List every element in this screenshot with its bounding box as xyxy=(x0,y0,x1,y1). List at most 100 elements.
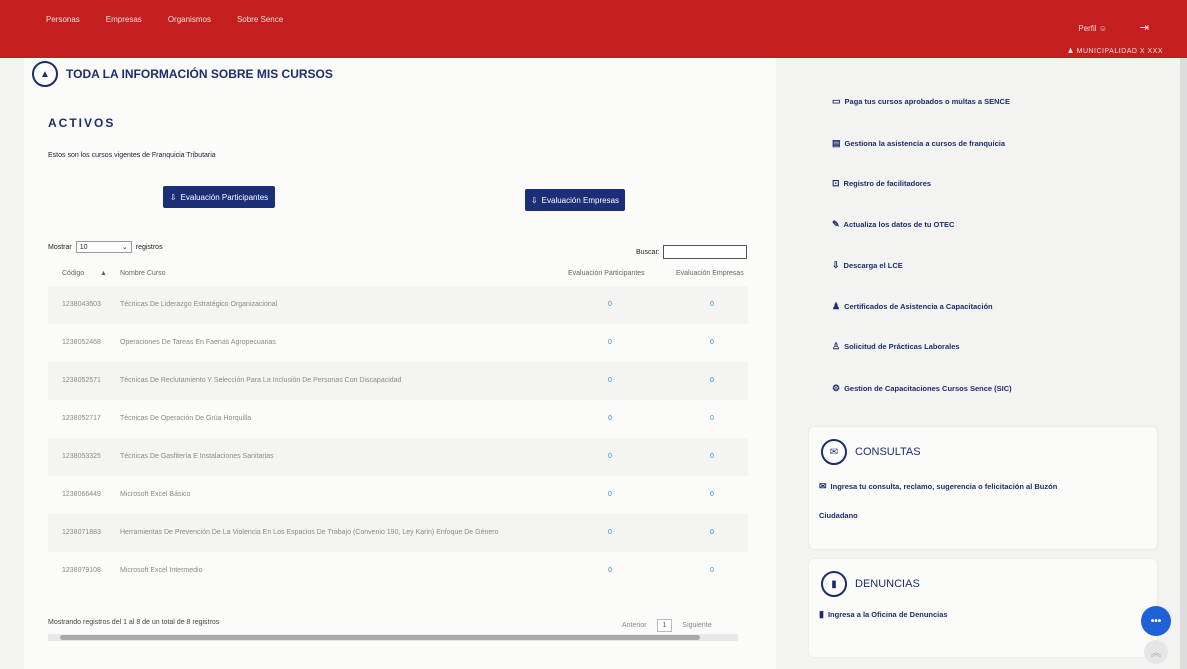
edit-icon: ✎ xyxy=(832,219,840,229)
cell-nombre: Microsoft Excel Básico xyxy=(120,491,191,498)
search-control: Buscar: xyxy=(636,245,747,259)
cell-eval-empresas[interactable]: 0 xyxy=(710,453,714,460)
cell-codigo: 1238052717 xyxy=(62,415,101,422)
cell-codigo: 1238052571 xyxy=(62,377,101,384)
link-paga-cursos[interactable]: ▭ Paga tus cursos aprobados o multas a S… xyxy=(832,96,1010,107)
cell-eval-participantes[interactable]: 0 xyxy=(608,453,612,460)
envelope-icon: ✉ xyxy=(819,481,827,491)
nav-sobre-sence[interactable]: Sobre Sence xyxy=(237,15,283,24)
internship-icon: ♙ xyxy=(832,341,841,351)
scrollbar-thumb[interactable] xyxy=(60,635,700,640)
link-gestiona-asistencia[interactable]: ▤ Gestiona la asistencia a cursos de fra… xyxy=(832,138,1005,149)
management-icon: ⚙ xyxy=(832,383,841,393)
length-value: 10 xyxy=(79,243,88,251)
link-practicas-laborales[interactable]: ♙ Solicitud de Prácticas Laborales xyxy=(832,341,960,352)
link-label: Ingresa a la Oficina de Denuncias xyxy=(827,610,948,619)
consultas-title: CONSULTAS xyxy=(855,446,921,458)
cell-nombre: Operaciones De Tareas En Faenas Agropecu… xyxy=(120,339,276,346)
logout-icon[interactable]: ⇥ xyxy=(1140,21,1149,34)
next-page-button[interactable]: Siguiente xyxy=(682,622,711,629)
cell-eval-empresas[interactable]: 0 xyxy=(710,377,714,384)
link-gestion-capacitaciones[interactable]: ⚙ Gestion de Capacitaciones Cursos Sence… xyxy=(832,383,1012,394)
user-name-label: MUNICIPALIDAD X XXX xyxy=(1076,48,1163,55)
previous-page-button[interactable]: Anterior xyxy=(622,622,647,629)
side-panel: ▭ Paga tus cursos aprobados o multas a S… xyxy=(808,58,1158,669)
buscar-label: Buscar: xyxy=(636,248,660,256)
link-label: Ciudadano xyxy=(819,511,858,520)
col-evaluacion-empresas[interactable]: Evaluación Empresas xyxy=(676,270,744,277)
chat-icon[interactable]: ••• xyxy=(1141,606,1171,636)
evaluacion-participantes-label: Evaluación Participantes xyxy=(180,192,269,202)
cell-eval-participantes[interactable]: 0 xyxy=(608,529,612,536)
bookmark-icon: ▮ xyxy=(821,571,847,597)
registros-label: registros xyxy=(135,243,163,251)
col-nombre-curso[interactable]: Nombre Curso xyxy=(120,270,166,277)
table-info: Mostrando registros del 1 al 8 de un tot… xyxy=(48,619,220,626)
cell-eval-participantes[interactable]: 0 xyxy=(608,301,612,308)
cell-eval-participantes[interactable]: 0 xyxy=(608,339,612,346)
cell-nombre: Microsoft Excel Intermedio xyxy=(120,567,203,574)
link-buzon-ciudadano[interactable]: ✉ Ingresa tu consulta, reclamo, sugerenc… xyxy=(819,481,1057,492)
evaluacion-empresas-button[interactable]: ⇩ Evaluación Empresas xyxy=(525,189,625,211)
cell-nombre: Técnicas De Reclutamiento Y Selección Pa… xyxy=(120,377,402,384)
cell-eval-participantes[interactable]: 0 xyxy=(608,415,612,422)
link-buzon-ciudadano-cont[interactable]: Ciudadano xyxy=(819,511,858,520)
nav-organismos[interactable]: Organismos xyxy=(168,15,211,24)
cell-eval-empresas[interactable]: 0 xyxy=(710,339,714,346)
evaluacion-participantes-button[interactable]: ⇩ Evaluación Participantes xyxy=(163,186,275,208)
col-evaluacion-participantes[interactable]: Evaluación Participantes xyxy=(568,270,645,277)
cell-eval-empresas[interactable]: 0 xyxy=(710,491,714,498)
length-control: Mostrar 10 ⌄ registros xyxy=(48,241,163,253)
cell-eval-empresas[interactable]: 0 xyxy=(710,529,714,536)
cell-eval-participantes[interactable]: 0 xyxy=(608,377,612,384)
denuncias-title: DENUNCIAS xyxy=(855,578,920,590)
cell-codigo: 1238066449 xyxy=(62,491,101,498)
certificates-icon: ♟ xyxy=(832,301,841,311)
denuncias-header: ▮ DENUNCIAS xyxy=(821,571,920,597)
horizontal-scrollbar[interactable] xyxy=(48,634,738,641)
link-registro-facilitadores[interactable]: ⊡ Registro de facilitadores xyxy=(832,178,931,189)
cell-eval-empresas[interactable]: 0 xyxy=(710,567,714,574)
mostrar-label: Mostrar xyxy=(48,243,72,251)
link-label: Solicitud de Prácticas Laborales xyxy=(844,342,960,351)
download-icon: ⇩ xyxy=(832,260,840,270)
link-actualiza-otec[interactable]: ✎ Actualiza los datos de tu OTEC xyxy=(832,219,954,230)
bookmark-icon: ▮ xyxy=(819,609,824,619)
nav-empresas[interactable]: Empresas xyxy=(106,15,142,24)
link-oficina-denuncias[interactable]: ▮ Ingresa a la Oficina de Denuncias xyxy=(819,609,948,620)
facilitators-icon: ⊡ xyxy=(832,178,840,188)
link-certificados[interactable]: ♟ Certificados de Asistencia a Capacitac… xyxy=(832,301,993,312)
cell-nombre: Técnicas De Gasfitería E Instalaciones S… xyxy=(120,453,274,460)
table-row: 1238071883 Herramientas De Prevención De… xyxy=(48,514,748,552)
cell-eval-participantes[interactable]: 0 xyxy=(608,567,612,574)
scroll-to-top-icon[interactable]: ︽ xyxy=(1144,640,1168,664)
main-nav: Personas Empresas Organismos Sobre Sence xyxy=(46,15,283,24)
chevron-down-icon: ⌄ xyxy=(121,244,128,251)
search-input[interactable] xyxy=(662,245,747,259)
attendance-icon: ▤ xyxy=(832,138,841,148)
consultas-header: ✉ CONSULTAS xyxy=(821,439,921,465)
length-select[interactable]: 10 ⌄ xyxy=(75,241,132,253)
download-icon: ⇩ xyxy=(530,195,538,205)
download-icon: ⇩ xyxy=(169,192,177,202)
col-codigo[interactable]: Código xyxy=(62,270,84,277)
page-1-button[interactable]: 1 xyxy=(656,619,673,632)
user-circle-icon: ☺ xyxy=(1098,24,1107,33)
profile-link[interactable]: Perfil ☺ xyxy=(1078,24,1107,33)
table-row: 1238052468 Operaciones De Tareas En Faen… xyxy=(48,324,748,362)
link-descarga-lce[interactable]: ⇩ Descarga el LCE xyxy=(832,260,903,271)
cell-codigo: 1238071883 xyxy=(62,529,101,536)
cell-nombre: Técnicas De Operación De Grúa Horquilla xyxy=(120,415,252,422)
table-row: 1238052571 Técnicas De Reclutamiento Y S… xyxy=(48,362,748,400)
cell-eval-empresas[interactable]: 0 xyxy=(710,301,714,308)
section-title: ▲ TODA LA INFORMACIÓN SOBRE MIS CURSOS xyxy=(32,61,333,87)
cell-codigo: 1238079108 xyxy=(62,567,101,574)
cell-codigo: 1238052468 xyxy=(62,339,101,346)
link-label: Certificados de Asistencia a Capacitació… xyxy=(844,302,993,311)
cell-eval-participantes[interactable]: 0 xyxy=(608,491,612,498)
nav-personas[interactable]: Personas xyxy=(46,15,80,24)
envelope-icon: ✉ xyxy=(821,439,847,465)
graduation-cap-icon: ▲ xyxy=(32,61,58,87)
cell-codigo: 1238043603 xyxy=(62,301,101,308)
cell-eval-empresas[interactable]: 0 xyxy=(710,415,714,422)
